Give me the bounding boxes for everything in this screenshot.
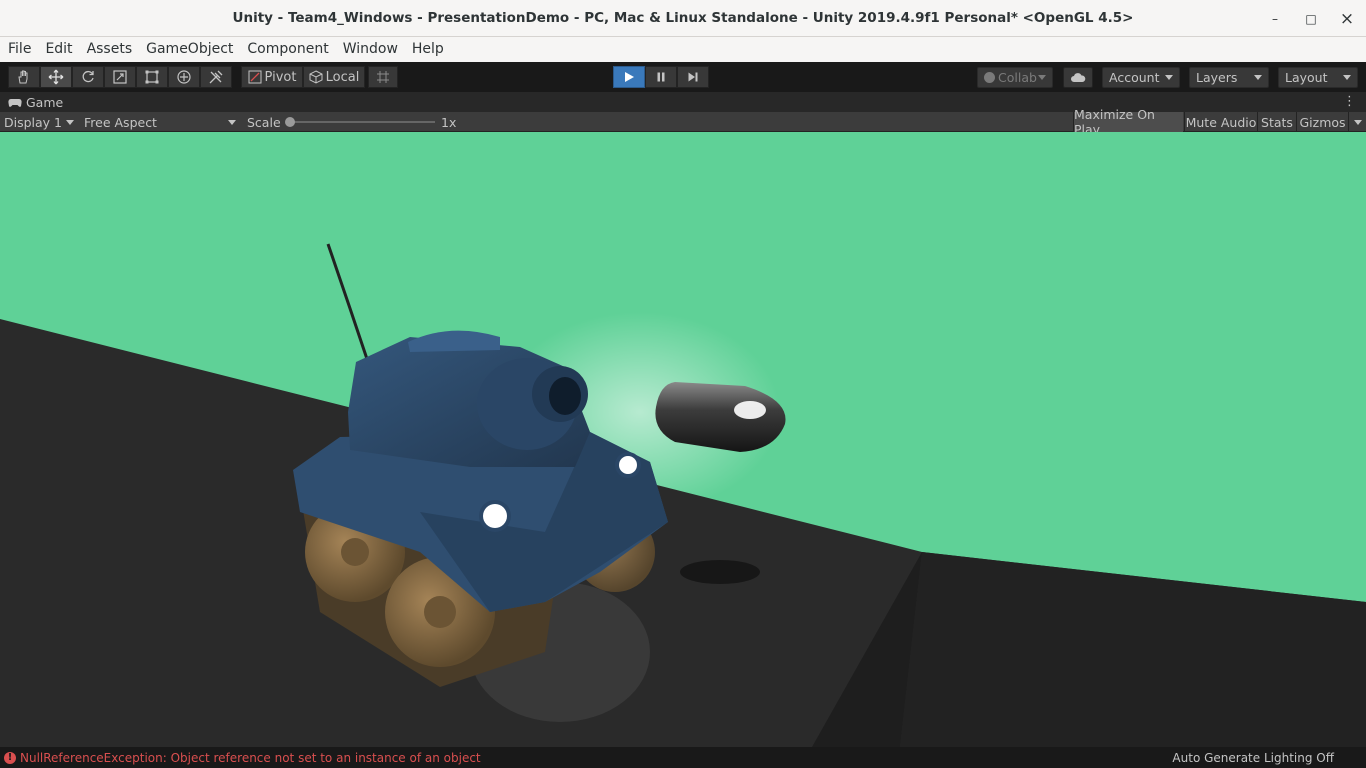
menu-component[interactable]: Component [240,37,335,62]
gizmos-dropdown[interactable] [1348,112,1366,132]
rotate-icon [82,70,94,83]
local-label: Local [325,69,360,85]
lighting-status-text: Auto Generate Lighting Off [1172,750,1334,765]
close-button[interactable]: × [1340,9,1354,29]
play-button[interactable] [613,66,645,88]
transform-icon [177,70,191,84]
game-view-controls: Display 1 Free Aspect Scale 1x Maximize … [0,107,1366,137]
main-toolbar: Pivot Local Collab Account Layers Layout [0,62,1366,92]
chevron-down-icon [1165,75,1173,80]
scale-value: 1x [437,112,456,132]
chevron-down-icon [1353,119,1362,125]
pivot-icon [248,70,262,84]
scale-label: Scale [243,112,281,132]
stats-toggle[interactable]: Stats [1257,112,1296,132]
move-icon [48,69,64,85]
cannon-bore [549,377,581,415]
cloud-button[interactable] [1063,67,1093,88]
pivot-label: Pivot [264,69,297,85]
transform-tool-button[interactable] [168,66,200,88]
minimize-button[interactable]: – [1268,12,1282,26]
chevron-down-icon [228,120,236,125]
tab-game[interactable]: Game [4,93,67,112]
game-scene [0,132,1366,747]
grid-snap-button[interactable] [368,66,398,88]
scale-value-text: 1x [441,114,457,130]
layers-dropdown[interactable]: Layers [1189,67,1269,88]
wheel-hub-front [424,596,456,628]
layout-dropdown[interactable]: Layout [1278,67,1358,88]
headlight-right-glow [619,456,637,474]
pivot-group: Pivot Local [241,66,398,88]
rect-tool-button[interactable] [136,66,168,88]
scale-icon [113,70,127,84]
lighting-status[interactable]: Auto Generate Lighting Off [1172,747,1334,768]
error-icon: ! [4,751,16,764]
gamepad-icon [8,98,22,107]
menu-gameobject[interactable]: GameObject [139,37,240,62]
mute-audio-toggle[interactable]: Mute Audio [1184,112,1257,132]
chevron-down-icon [66,120,74,125]
tools-icon [209,70,223,84]
hand-tool-button[interactable] [8,66,40,88]
more-options-icon[interactable]: ⋮ [1343,95,1356,108]
scale-slider-thumb[interactable] [285,117,295,127]
step-button[interactable] [677,66,709,88]
scale-label-text: Scale [247,114,281,130]
error-text: NullReferenceException: Object reference… [20,750,481,765]
aspect-dropdown[interactable]: Free Aspect [80,112,240,132]
window-titlebar: Unity - Team4_Windows - PresentationDemo… [0,0,1366,37]
game-viewport[interactable] [0,132,1366,747]
wheel-hub-back [341,538,369,566]
scale-tool-button[interactable] [104,66,136,88]
aspect-label: Free Aspect [84,114,157,130]
scale-slider-track[interactable] [290,121,435,123]
local-toggle[interactable]: Local [303,66,365,88]
custom-tool-button[interactable] [200,66,232,88]
layout-label: Layout [1285,70,1328,85]
account-dropdown[interactable]: Account [1102,67,1180,88]
gizmos-toggle[interactable]: Gizmos [1296,112,1348,132]
pause-button[interactable] [645,66,677,88]
headlight-left-glow [483,504,507,528]
maximize-button[interactable]: □ [1304,12,1318,26]
console-error-message[interactable]: ! NullReferenceException: Object referen… [4,747,481,768]
status-bar: ! NullReferenceException: Object referen… [0,747,1366,768]
collab-label: Collab [998,70,1037,85]
collab-dropdown[interactable]: Collab [977,67,1053,88]
playmode-controls [613,66,709,88]
cube-icon [309,70,323,84]
hand-icon [18,70,28,84]
pivot-toggle[interactable]: Pivot [241,66,303,88]
menu-assets[interactable]: Assets [80,37,140,62]
move-tool-button[interactable] [40,66,72,88]
pause-icon [657,72,665,82]
bullet-highlight [734,401,766,419]
collab-check-icon [984,72,995,83]
rotate-tool-button[interactable] [72,66,104,88]
menu-bar: File Edit Assets GameObject Component Wi… [0,37,1366,62]
tab-game-label: Game [26,95,64,110]
account-label: Account [1109,70,1160,85]
menu-file[interactable]: File [1,37,38,62]
menu-help[interactable]: Help [405,37,451,62]
display-label: Display 1 [4,114,63,130]
window-title: Unity - Team4_Windows - PresentationDemo… [232,10,1134,26]
chevron-down-icon [1343,75,1351,80]
maximize-on-play-toggle[interactable]: Maximize On Play [1073,107,1183,137]
bullet-shadow [680,560,760,584]
transform-tools [8,66,232,88]
step-icon [688,72,698,82]
menu-window[interactable]: Window [336,37,405,62]
layers-label: Layers [1196,70,1238,85]
play-icon [625,72,634,82]
cloud-icon [1071,72,1086,82]
chevron-down-icon [1254,75,1262,80]
window-controls: – □ × [1268,0,1354,37]
display-dropdown[interactable]: Display 1 [0,112,78,132]
menu-edit[interactable]: Edit [38,37,79,62]
rect-icon [145,70,159,84]
chevron-down-icon [1038,75,1046,80]
grid-snap-icon [377,71,389,83]
